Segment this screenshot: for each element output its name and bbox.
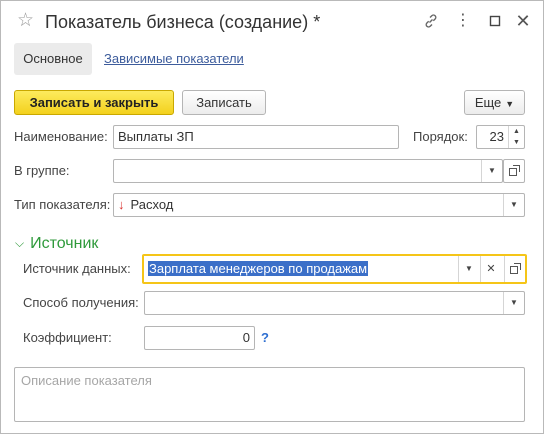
order-label: Порядок: [413, 129, 468, 144]
method-dropdown-icon[interactable]: ▼ [503, 292, 524, 314]
group-open-button[interactable] [503, 159, 525, 183]
type-value: Расход [130, 197, 174, 212]
name-label: Наименование: [14, 129, 108, 144]
write-and-close-button[interactable]: Записать и закрыть [14, 90, 174, 115]
more-icon[interactable]: ⋮ [453, 11, 473, 31]
tab-main[interactable]: Основное [14, 43, 92, 75]
form-window: ☆ Показатель бизнеса (создание) * ⋮ ✕ Ос… [0, 0, 544, 434]
method-label: Способ получения: [23, 295, 139, 310]
more-button[interactable]: Еще ▼ [464, 90, 525, 115]
source-section-toggle[interactable]: ⌵ Источник [15, 233, 98, 255]
data-source-value: Зарплата менеджеров по продажам [148, 261, 369, 276]
order-stepper[interactable]: ▲ ▼ [508, 126, 524, 148]
data-source-label: Источник данных: [23, 261, 131, 276]
type-dropdown-icon[interactable]: ▼ [503, 194, 524, 216]
name-field[interactable]: Выплаты ЗП [113, 125, 399, 149]
chevron-down-icon: ▼ [505, 99, 515, 109]
tab-dependent-indicators[interactable]: Зависимые показатели [104, 43, 244, 75]
maximize-icon[interactable] [485, 11, 505, 31]
write-button[interactable]: Записать [182, 90, 266, 115]
clear-icon[interactable]: ✕ [480, 256, 501, 282]
type-label: Тип показателя: [14, 197, 111, 212]
type-field[interactable]: ↓ Расход ▼ [113, 193, 525, 217]
arrow-down-red-icon: ↓ [118, 197, 125, 212]
data-source-field[interactable]: Зарплата менеджеров по продажам ▼ ✕ [142, 254, 527, 284]
description-field[interactable]: Описание показателя [14, 367, 525, 422]
open-icon [508, 165, 520, 176]
method-field[interactable]: ▼ [144, 291, 525, 315]
close-icon[interactable]: ✕ [513, 11, 533, 31]
group-dropdown-icon[interactable]: ▼ [481, 160, 502, 182]
group-label: В группе: [14, 163, 70, 178]
star-icon[interactable]: ☆ [17, 10, 37, 32]
group-field[interactable]: ▼ [113, 159, 503, 183]
window-title: Показатель бизнеса (создание) * [45, 12, 321, 32]
data-source-open-button[interactable] [504, 256, 525, 282]
chevron-down-icon: ⌵ [15, 236, 25, 250]
coefficient-label: Коэффициент: [23, 330, 112, 345]
data-source-dropdown-icon[interactable]: ▼ [458, 256, 479, 282]
order-field[interactable]: 23 ▲ ▼ [476, 125, 525, 149]
help-icon[interactable]: ? [261, 326, 269, 350]
source-section-title: Источник [30, 235, 99, 252]
order-value: 23 [489, 129, 504, 144]
coefficient-field[interactable]: 0 [144, 326, 255, 350]
more-button-label: Еще [474, 95, 502, 110]
link-icon[interactable] [421, 11, 441, 31]
